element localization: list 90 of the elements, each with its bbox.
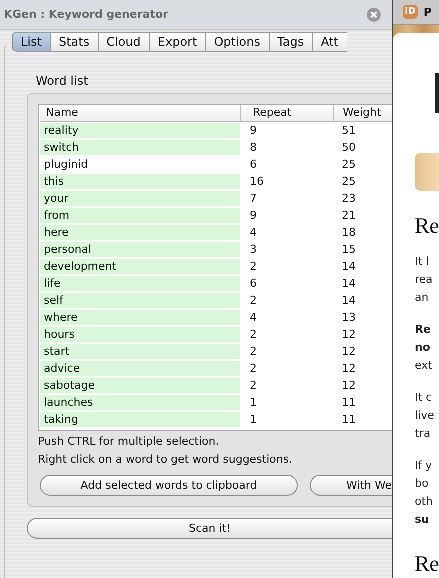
table-cell[interactable]: switch	[40, 140, 240, 155]
table-cell-text: 21	[341, 208, 357, 223]
table-cell[interactable]: your	[40, 191, 240, 206]
table-cell-text: 14	[341, 259, 357, 274]
text-fragment: no	[415, 340, 432, 356]
text-fragment: tra	[415, 426, 432, 442]
table-cell-text: 25	[341, 174, 357, 189]
table-cell[interactable]: advice	[40, 361, 240, 376]
table-cell-text: 14	[341, 276, 357, 291]
table-cell-text: 2	[249, 293, 258, 308]
text-fragment: ext	[415, 358, 434, 374]
text-fragment: It c	[415, 390, 434, 406]
tab[interactable]: Att	[313, 32, 346, 52]
table-cell-text: 12	[341, 344, 357, 359]
text-fragment: oth	[415, 494, 434, 510]
tab[interactable]: Cloud	[98, 32, 150, 52]
table-cell[interactable]: from	[40, 208, 240, 223]
text-fragment: rea	[415, 272, 434, 288]
table-cell-text: 2	[249, 259, 258, 274]
text-fragment: If y	[415, 458, 434, 474]
add-to-clipboard-button[interactable]: Add selected words to clipboard	[40, 475, 298, 496]
table-cell[interactable]: personal	[40, 242, 240, 257]
table-cell-text: 15	[341, 242, 357, 257]
tab[interactable]: Stats	[50, 32, 99, 52]
table-cell-text: 3	[249, 242, 258, 257]
text-fragment: bo	[415, 476, 430, 492]
wood-card	[415, 153, 439, 191]
table-cell-text: 2	[249, 378, 258, 393]
column-header[interactable]: Name	[40, 105, 241, 121]
table-cell-text: 12	[341, 361, 357, 376]
tab[interactable]: Tags	[270, 32, 314, 52]
site-badge: ID	[403, 5, 418, 19]
table-cell-text: 50	[341, 140, 357, 155]
window-title: KGen : Keyword generator	[4, 8, 170, 21]
table-cell-text: 6	[249, 276, 258, 291]
table-cell[interactable]: here	[40, 225, 240, 240]
table-cell-text: 13	[341, 310, 357, 325]
table-cell-text: 4	[249, 310, 258, 325]
text-fragment: live	[415, 408, 436, 424]
table-cell[interactable]: taking	[40, 412, 240, 427]
table-cell-text: 23	[341, 191, 357, 206]
table-cell-text: 2	[249, 344, 258, 359]
table-cell-text: 4	[249, 225, 258, 240]
table-cell-text: 14	[341, 293, 357, 308]
table-cell-text: 1	[249, 412, 258, 427]
tab[interactable]: Options	[206, 32, 270, 52]
table-cell-text: 9	[249, 208, 258, 223]
table-cell-text: 1	[249, 395, 258, 410]
heading-fragment: Re	[415, 551, 439, 577]
table-cell[interactable]: life	[40, 276, 240, 291]
column-header[interactable]: Repeat	[247, 105, 334, 121]
table-cell-text: 12	[341, 378, 357, 393]
table-cell-text: 16	[249, 174, 265, 189]
table-cell-text: 18	[341, 225, 357, 240]
table-cell-text: 7	[249, 191, 258, 206]
text-fragment: Re	[415, 322, 432, 338]
hint-text: Right click on a word to get word suggestions.	[38, 453, 294, 467]
browser-tab[interactable]: P	[424, 6, 432, 18]
text-fragment: an	[415, 290, 430, 306]
table-cell-text: 11	[341, 395, 357, 410]
heading-fragment: Re	[415, 213, 439, 239]
text-fragment: su	[415, 512, 430, 528]
table-cell-text: 25	[341, 157, 357, 172]
table-cell-text: 11	[341, 412, 357, 427]
table-cell[interactable]: sabotage	[40, 378, 240, 393]
table-cell[interactable]: reality	[40, 123, 240, 138]
table-cell[interactable]: this	[40, 174, 240, 189]
table-cell-text: 2	[249, 361, 258, 376]
table-cell-text: 2	[249, 327, 258, 342]
tab[interactable]: Export	[150, 32, 206, 52]
table-cell-text: 12	[341, 327, 357, 342]
table-cell[interactable]: launches	[40, 395, 240, 410]
table-cell[interactable]: where	[40, 310, 240, 325]
column-header[interactable]: Weight	[340, 105, 392, 121]
close-icon[interactable]	[367, 8, 381, 22]
table-cell-text: 51	[341, 123, 357, 138]
scan-button[interactable]: Scan it!	[27, 518, 392, 539]
table-cell[interactable]: start	[40, 344, 240, 359]
table-cell[interactable]: pluginid	[40, 157, 240, 172]
table-cell-text: 8	[249, 140, 258, 155]
table-cell[interactable]: self	[40, 293, 240, 308]
group-title: Word list	[36, 74, 90, 88]
table-cell[interactable]: development	[40, 259, 240, 274]
table-cell[interactable]: hours	[40, 327, 240, 342]
with-button[interactable]: With We	[310, 475, 392, 496]
table-cell-text: 9	[249, 123, 258, 138]
tab[interactable]: List	[12, 32, 51, 52]
text-fragment: It l	[415, 254, 430, 270]
hint-text: Push CTRL for multiple selection.	[38, 435, 220, 449]
table-cell-text: 6	[249, 157, 258, 172]
